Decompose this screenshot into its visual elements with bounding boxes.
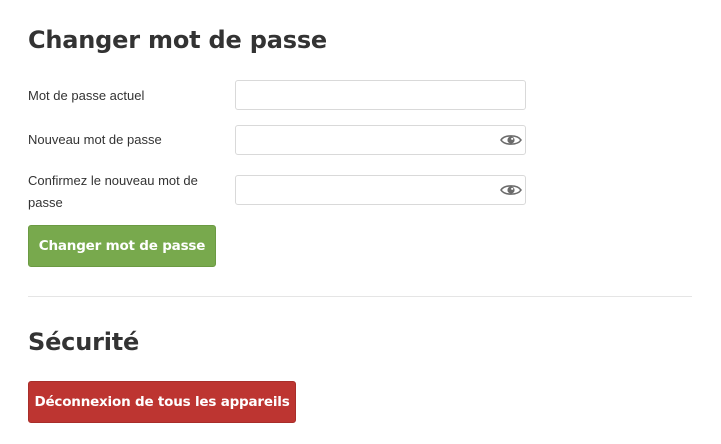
section-divider [28, 296, 692, 297]
new-password-input[interactable] [236, 126, 502, 154]
confirm-password-field[interactable] [235, 175, 526, 205]
eye-icon[interactable] [500, 131, 522, 149]
confirm-password-input[interactable] [236, 176, 502, 204]
logout-all-devices-button[interactable]: Déconnexion de tous les appareils [28, 381, 296, 423]
confirm-password-label: Confirmez le nouveau mot de passe [28, 173, 198, 210]
security-title: Sécurité [28, 328, 140, 356]
current-password-label: Mot de passe actuel [28, 88, 145, 103]
eye-icon[interactable] [500, 181, 522, 199]
change-password-title: Changer mot de passe [28, 26, 327, 54]
current-password-input[interactable] [236, 81, 502, 109]
new-password-field[interactable] [235, 125, 526, 155]
new-password-label: Nouveau mot de passe [28, 132, 162, 147]
change-password-button[interactable]: Changer mot de passe [28, 225, 216, 267]
current-password-field[interactable] [235, 80, 526, 110]
